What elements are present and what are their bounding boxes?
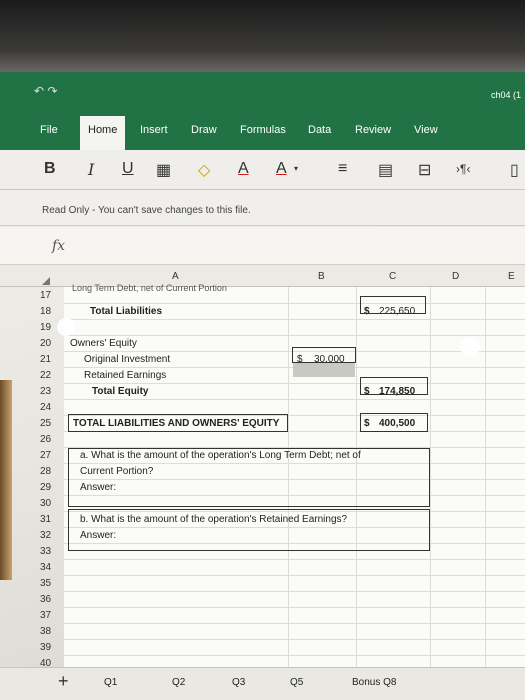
cell-c23-box[interactable]	[360, 377, 428, 395]
cell-b21-box[interactable]	[292, 347, 356, 363]
font-color-button[interactable]: A	[238, 160, 249, 178]
device-screen: ↶ ↷ ch04 (1 File Home Insert Draw Formul…	[0, 0, 525, 700]
fx-icon: fx	[52, 238, 66, 254]
row-divider	[64, 399, 525, 400]
row-header[interactable]: 33	[40, 546, 64, 557]
sheet-tab-bonus-q8[interactable]: Bonus Q8	[352, 677, 396, 688]
read-only-notice: Read Only - You can't save changes to th…	[42, 205, 251, 216]
row-header[interactable]: 17	[40, 290, 64, 301]
row-header[interactable]: 22	[40, 370, 64, 381]
chevron-down-icon[interactable]: ▾	[294, 164, 298, 173]
cell-a25-box[interactable]	[68, 414, 288, 432]
sheet-tab-bar	[0, 667, 525, 700]
tab-file[interactable]: File	[40, 124, 58, 136]
row-divider	[64, 639, 525, 640]
row-header[interactable]: 20	[40, 338, 64, 349]
select-all-icon[interactable]	[42, 277, 50, 285]
row-header[interactable]: 29	[40, 482, 64, 493]
row-header[interactable]: 18	[40, 306, 64, 317]
device-bezel	[0, 0, 525, 72]
cell-a22[interactable]: Retained Earnings	[84, 370, 166, 381]
italic-button[interactable]: I	[88, 160, 94, 179]
column-divider	[430, 287, 431, 667]
tab-view[interactable]: View	[414, 124, 438, 136]
row-divider	[64, 575, 525, 576]
more-icon[interactable]: ▯	[510, 160, 519, 180]
row-divider	[64, 303, 525, 304]
tab-formulas[interactable]: Formulas	[240, 124, 286, 136]
row-header[interactable]: 36	[40, 594, 64, 605]
glare	[57, 318, 75, 336]
tab-data[interactable]: Data	[308, 124, 331, 136]
row-divider	[64, 319, 525, 320]
sheet-tab-q2[interactable]: Q2	[172, 677, 185, 688]
cell-a20[interactable]: Owners' Equity	[70, 338, 137, 349]
row-divider	[64, 559, 525, 560]
row-divider	[64, 383, 525, 384]
row-header[interactable]: 26	[40, 434, 64, 445]
glare	[460, 337, 480, 357]
align-icon[interactable]: ≡	[338, 160, 347, 178]
cell-a21[interactable]: Original Investment	[84, 354, 170, 365]
cell-b22-shaded	[293, 363, 355, 377]
cell-c25-box[interactable]	[360, 413, 428, 432]
column-divider	[485, 287, 486, 667]
formula-bar[interactable]	[0, 227, 525, 265]
add-sheet-button[interactable]: +	[58, 671, 69, 692]
row-divider	[64, 335, 525, 336]
row-header[interactable]: 21	[40, 354, 64, 365]
wrap-text-icon[interactable]: ▤	[378, 160, 393, 180]
bold-button[interactable]: B	[44, 160, 56, 178]
column-header-d[interactable]: D	[452, 271, 459, 282]
underline-button[interactable]: U	[122, 160, 134, 178]
column-header-e[interactable]: E	[508, 271, 515, 282]
window-title: ch04 (1	[490, 90, 521, 100]
cell-a23[interactable]: Total Equity	[92, 386, 148, 397]
title-bar	[0, 72, 525, 110]
tab-home[interactable]: Home	[80, 116, 126, 150]
column-header-b[interactable]: B	[318, 271, 325, 282]
tab-insert[interactable]: Insert	[140, 124, 168, 136]
row-header[interactable]: 32	[40, 530, 64, 541]
row-header[interactable]: 30	[40, 498, 64, 509]
row-header[interactable]: 38	[40, 626, 64, 637]
background-edge	[0, 380, 12, 580]
undo-redo-icons[interactable]: ↶ ↷	[34, 84, 57, 98]
sheet-tab-q1[interactable]: Q1	[104, 677, 117, 688]
row-header[interactable]: 35	[40, 578, 64, 589]
row-header[interactable]: 27	[40, 450, 64, 461]
row-header[interactable]: 34	[40, 562, 64, 573]
row-header[interactable]: 24	[40, 402, 64, 413]
row-divider	[64, 623, 525, 624]
row-header[interactable]: 39	[40, 642, 64, 653]
tab-review[interactable]: Review	[355, 124, 391, 136]
partial-row-text: Long Term Debt, net of Current Portion	[72, 283, 227, 293]
merge-icon[interactable]: ⊟	[418, 160, 431, 180]
font-color-dropdown[interactable]: A	[276, 160, 287, 178]
sheet-tab-q3[interactable]: Q3	[232, 677, 245, 688]
row-header[interactable]: 25	[40, 418, 64, 429]
home-toolbar	[0, 150, 525, 190]
question-b-box[interactable]	[68, 509, 430, 551]
borders-icon[interactable]: ▦	[156, 160, 171, 180]
fill-color-icon[interactable]: ◇	[198, 160, 210, 180]
row-divider	[64, 591, 525, 592]
tab-draw[interactable]: Draw	[191, 124, 217, 136]
row-header[interactable]: 37	[40, 610, 64, 621]
row-header[interactable]: 31	[40, 514, 64, 525]
question-a-box[interactable]	[68, 448, 430, 507]
cell-a18[interactable]: Total Liabilities	[90, 306, 162, 317]
column-header-c[interactable]: C	[389, 271, 396, 282]
row-divider	[64, 655, 525, 656]
row-divider	[64, 607, 525, 608]
paragraph-direction-icon[interactable]: ›¶‹	[456, 162, 470, 176]
cell-c18-box[interactable]	[360, 296, 426, 314]
row-header[interactable]: 23	[40, 386, 64, 397]
column-header-a[interactable]: A	[172, 271, 179, 282]
row-header[interactable]: 28	[40, 466, 64, 477]
sheet-tab-q5[interactable]: Q5	[290, 677, 303, 688]
